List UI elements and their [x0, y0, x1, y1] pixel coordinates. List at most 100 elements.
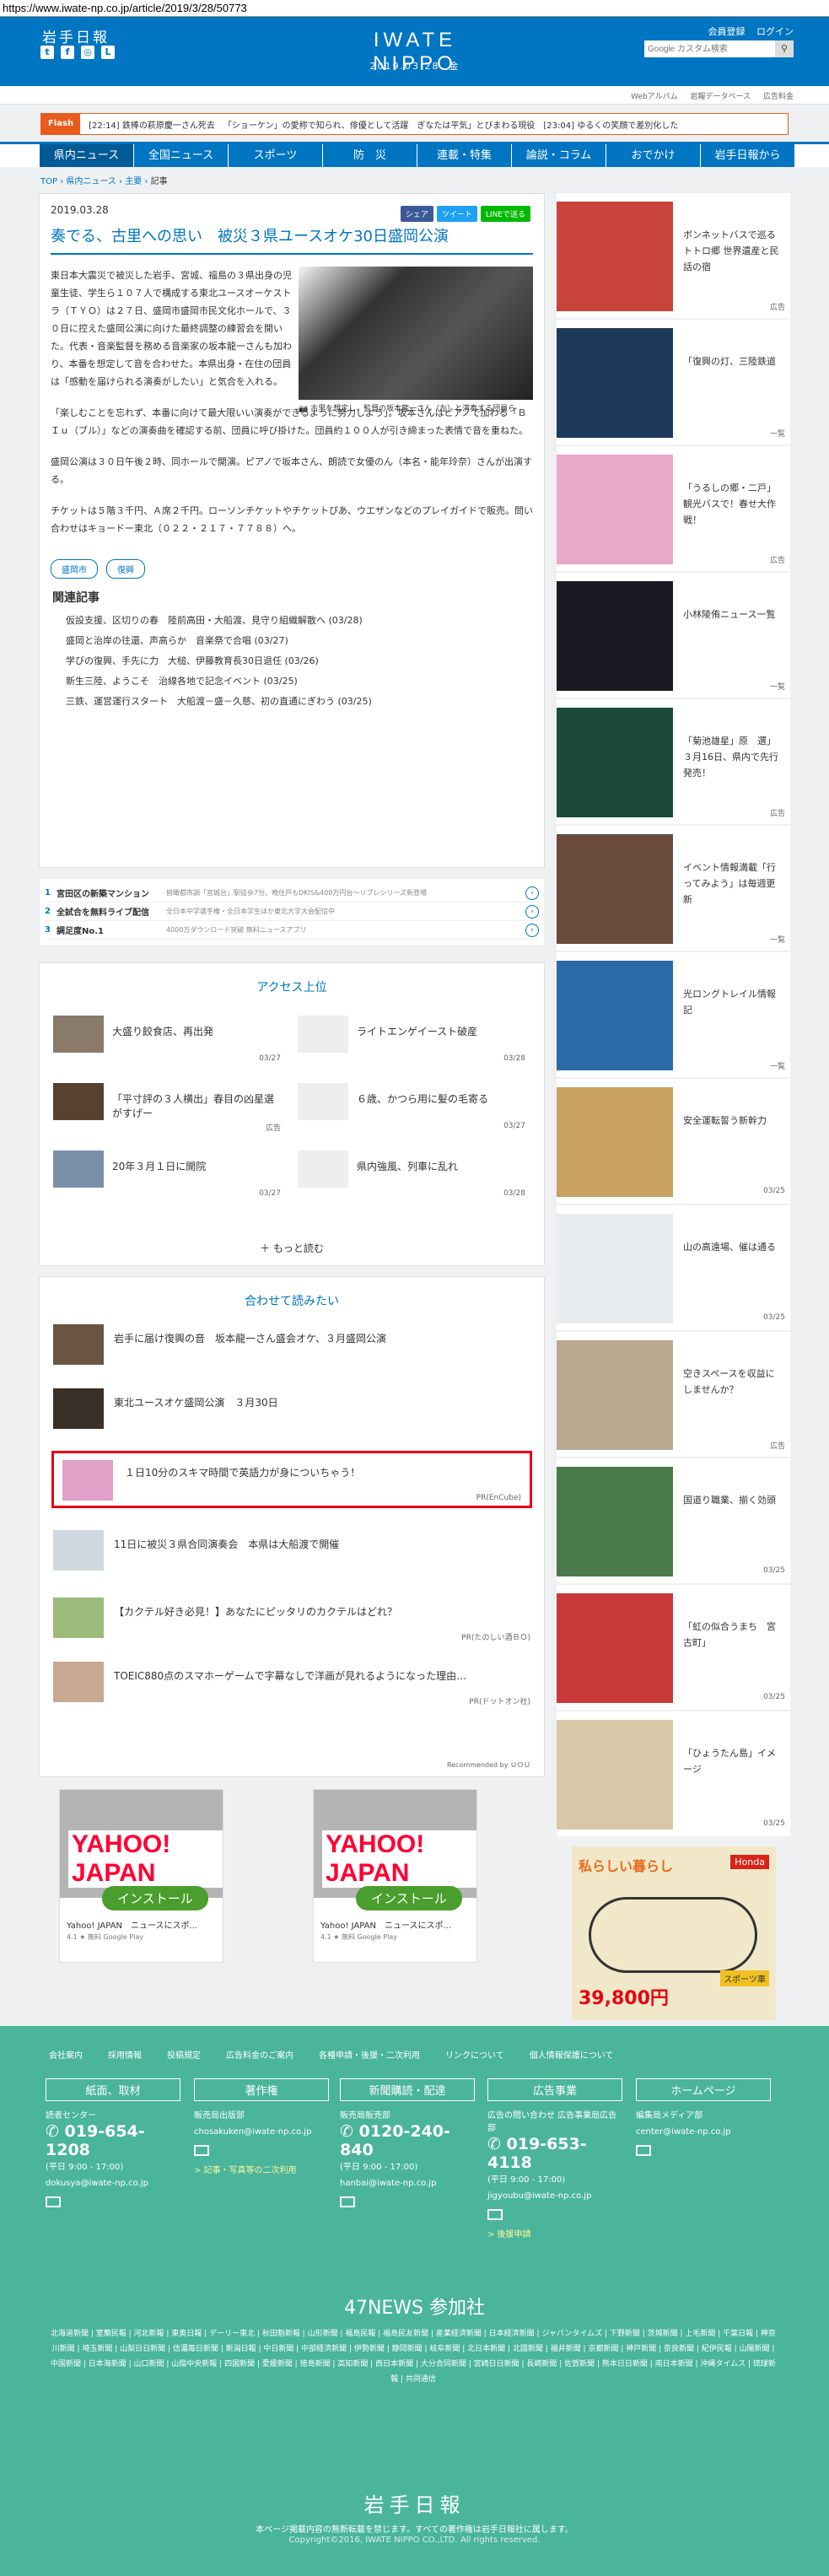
footer-email[interactable]: jigyoubu@iwate-np.co.jp	[487, 2191, 622, 2201]
mail-icon[interactable]	[487, 2209, 503, 2220]
footer-link[interactable]: 会社案内	[49, 2048, 83, 2061]
nav-from-nippo[interactable]: 岩手日報から	[701, 144, 795, 167]
search-input[interactable]	[644, 40, 775, 57]
chevron-right-icon[interactable]: ›	[525, 886, 539, 900]
subnav-webalbum[interactable]: Webアルバム	[631, 93, 678, 101]
nav-local-news[interactable]: 県内ニュース	[40, 144, 134, 167]
subnav-database[interactable]: 岩報データベース	[691, 93, 751, 101]
instagram-icon[interactable]: ◎	[81, 46, 94, 59]
nav-columns[interactable]: 論説・コラム	[512, 144, 606, 167]
text-ad[interactable]: 2 全試合を無料ライブ配信 全日本中学選手権・全日本学生ほか東北大学大会配信中 ›	[45, 903, 539, 921]
side-item[interactable]: 「復興の灯、三陸鉄道 一覧	[557, 320, 790, 445]
search-icon[interactable]: ⚲	[775, 40, 794, 57]
footer-email[interactable]: dokusya@iwate-np.co.jp	[46, 2179, 180, 2188]
footer-link[interactable]: 採用情報	[108, 2048, 142, 2061]
footer-link[interactable]: 個人情報保護について	[530, 2048, 614, 2061]
app-ad[interactable]: YAHOO! JAPAN インストール Yahoo! JAPAN ニュースにスポ.…	[313, 1789, 477, 1963]
side-item[interactable]: 「虹の似合うまち 宮古町」 03/25	[557, 1585, 790, 1710]
register-link[interactable]: 会員登録	[708, 26, 746, 37]
address-bar[interactable]: https://www.iwate-np.co.jp/article/2019/…	[0, 0, 829, 17]
install-button[interactable]: インストール	[102, 1886, 208, 1910]
side-item[interactable]: 安全運転誓う新幹力 03/25	[557, 1079, 790, 1204]
side-item[interactable]: 光ロングトレイル情報記 一覧	[557, 952, 790, 1077]
tag-morioka[interactable]: 盛岡市	[51, 559, 98, 579]
reco-item[interactable]: 11日に被災３県合同演奏会 本県は大船渡で開催	[53, 1530, 530, 1577]
phone-number[interactable]: ✆ 019-654-1208	[46, 2122, 180, 2159]
reco-item[interactable]: 東北ユースオケ盛岡公演 ３月30日	[53, 1388, 530, 1436]
flash-item[interactable]: ぎなたは平気」とびまわる現役	[417, 118, 535, 131]
side-item[interactable]: 「ひょうたん島」イメージ 03/25	[557, 1711, 790, 1836]
footer-link[interactable]: 広告料金のご案内	[226, 2048, 293, 2061]
read-more-button[interactable]: ＋ もっと読む	[40, 1241, 544, 1255]
side-item[interactable]: 小林陵侑ニュース一覧 一覧	[557, 573, 790, 698]
nav-features[interactable]: 連載・特集	[417, 144, 512, 167]
nav-national-news[interactable]: 全国ニュース	[134, 144, 229, 167]
footer-email[interactable]: chosakuken@iwate-np.co.jp	[194, 2127, 329, 2137]
related-link[interactable]: 新生三陸、ようこそ 治線各地で記念イベント (03/25)	[66, 671, 533, 692]
tag-recovery[interactable]: 復興	[106, 559, 145, 579]
install-button[interactable]: インストール	[356, 1886, 462, 1910]
breadcrumb-main[interactable]: 主要	[125, 177, 142, 186]
mail-icon[interactable]	[340, 2196, 355, 2207]
flash-item[interactable]: 「ショーケン」の愛称で知られ、俳優として活躍	[223, 118, 409, 131]
ranking-item[interactable]: ６歳、かつら用に髪の毛寄る 03/27	[298, 1083, 525, 1132]
footer-subnote-link[interactable]: > 後援申請	[487, 2227, 622, 2239]
text-ad[interactable]: 1 宮田区の新築マンション 俯瞰都市調「宮城台」駅徒歩7分。晩住戸もDKIS&400…	[45, 884, 539, 903]
side-item[interactable]: 山の高遠場、催は通る 03/25	[557, 1205, 790, 1330]
footer-link[interactable]: 各種申請・後援・二次利用	[319, 2048, 420, 2061]
footer-email[interactable]: center@iwate-np.co.jp	[636, 2127, 771, 2137]
subnav-adrates[interactable]: 広告料金	[763, 93, 794, 101]
side-item[interactable]: 「菊池雄星」原 選」３月16日、県内で先行発売！ 広告	[557, 699, 790, 824]
phone-number[interactable]: ✆ 019-653-4118	[487, 2135, 622, 2172]
facebook-share-button[interactable]: シェア	[400, 206, 433, 222]
breadcrumb-top[interactable]: TOP	[40, 177, 57, 186]
nav-sports[interactable]: スポーツ	[229, 144, 323, 167]
ranking-item[interactable]: 県内強風、列車に乱れ 03/28	[298, 1151, 525, 1199]
side-item[interactable]: 「うるしの郷・二戸」観光バスで！春せ大作戦！ 広告	[557, 446, 790, 571]
line-icon[interactable]: L	[101, 46, 115, 59]
tweet-button[interactable]: ツイート	[436, 206, 477, 222]
flash-item[interactable]: [23:04] ゆるくの笑顔で差別化した	[543, 118, 678, 131]
flash-item[interactable]: [22:14] 鉄棒の萩原慶一さん死去	[89, 118, 215, 131]
side-item[interactable]: イベント情報満載「行ってみよう」は毎週更新 一覧	[557, 826, 790, 951]
reco-item[interactable]: 岩手に届け復興の音 坂本龍一さん盛会オケ、３月盛岡公演	[53, 1324, 530, 1372]
nav-disaster[interactable]: 防 災	[323, 144, 417, 167]
n47-member-list[interactable]: 北海道新聞 | 室蘭民報 | 河北新報 | 東奥日報 | デーリー東北 | 秋田…	[49, 2326, 778, 2387]
ranking-item[interactable]: 大盛り餃食店、再出発 03/27	[53, 1016, 281, 1064]
related-link[interactable]: 三鉄、運営運行スタート 大船渡－盛－久慈、初の直通にぎわう (03/25)	[66, 692, 533, 712]
side-item[interactable]: 空きスペースを収益にしませんか？ 広告	[557, 1332, 790, 1457]
line-share-button[interactable]: LINEで送る	[480, 206, 530, 222]
twitter-icon[interactable]: t	[40, 46, 54, 59]
site-logo[interactable]: 岩手日報	[42, 25, 110, 46]
ranking-item[interactable]: ライトエンゲイースト破産 03/28	[298, 1016, 525, 1064]
mail-icon[interactable]	[46, 2196, 61, 2207]
text-ad[interactable]: 3 調足度No.1 4000万ダウンロード突破 無料ニュースアプリ ›	[45, 921, 539, 940]
reco-item[interactable]: TOEIC880点のスマホーゲームで字幕なしで洋画が見れるようになった理由… PR…	[53, 1662, 530, 1709]
reco-pr-item[interactable]: １日10分のスキマ時間で英語力が身についちゃう！ PR(EnCube)	[51, 1451, 532, 1508]
footer-link[interactable]: 投稿規定	[167, 2048, 201, 2061]
chevron-right-icon[interactable]: ›	[525, 904, 539, 919]
phone-number[interactable]: ✆ 0120-240-840	[340, 2122, 475, 2159]
footer-logo[interactable]: 岩手日報	[0, 2488, 829, 2518]
related-link[interactable]: 学びの復興、手先に力 大槌、伊藤教育長30日退任 (03/26)	[66, 651, 533, 671]
mail-icon[interactable]	[194, 2145, 209, 2156]
login-link[interactable]: ログイン	[756, 26, 794, 37]
footer-link[interactable]: リンクについて	[445, 2048, 504, 2061]
ranking-item[interactable]: 20年３月１日に開院 03/27	[53, 1151, 281, 1199]
side-item[interactable]: 国道り職業、揃く効頭 03/25	[557, 1458, 790, 1583]
side-banner-ad[interactable]: 私らしい暮らし Honda 39,800円 スポーツ車	[572, 1846, 776, 2020]
chevron-right-icon[interactable]: ›	[525, 923, 539, 937]
facebook-icon[interactable]: f	[61, 46, 74, 59]
app-ad[interactable]: YAHOO! JAPAN インストール Yahoo! JAPAN ニュースにスポ.…	[59, 1789, 223, 1963]
mail-icon[interactable]	[636, 2145, 651, 2156]
side-item[interactable]: ボンネットバスで巡るトトロ郷 世界遺産と民話の宿 広告	[557, 193, 790, 318]
footer-email[interactable]: hanbai@iwate-np.co.jp	[340, 2179, 475, 2188]
reco-item[interactable]: 【カクテル好き必見！】あなたにピッタリのカクテルはどれ？ PR(たのしい酒ＢＯ)	[53, 1598, 530, 1645]
article-photo[interactable]	[299, 267, 533, 400]
related-link[interactable]: 盛岡と治岸の往還、声高らか 音楽祭で合唱 (03/27)	[66, 631, 533, 651]
footer-subnote-link[interactable]: > 記事・写真等の二次利用	[194, 2163, 329, 2175]
breadcrumb-local[interactable]: 県内ニュース	[66, 177, 116, 186]
related-link[interactable]: 仮設支援、区切りの春 陸前高田・大船渡、見守り組織解散へ (03/28)	[66, 611, 533, 631]
ranking-item[interactable]: 「平寸評の３人横出」春目の凶星選がすげー 広告	[53, 1083, 281, 1133]
nav-outing[interactable]: おでかけ	[606, 144, 701, 167]
